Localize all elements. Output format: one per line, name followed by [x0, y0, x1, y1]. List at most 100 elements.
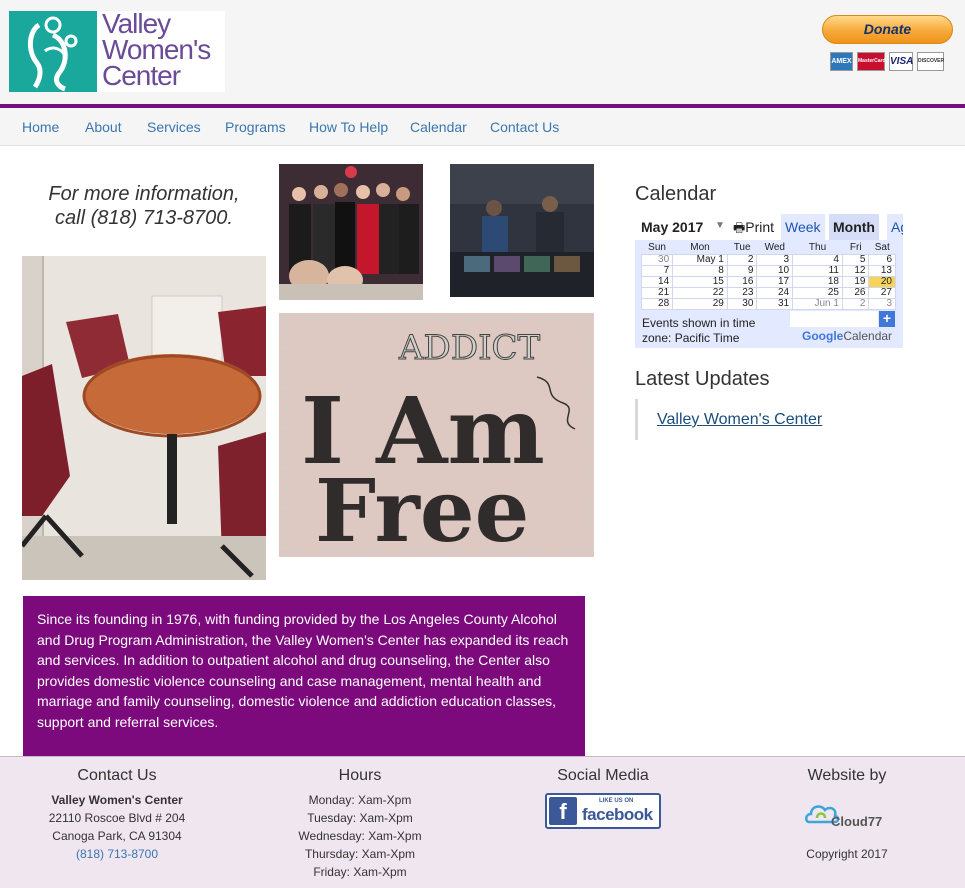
- about-panel: Since its founding in 1976, with funding…: [23, 596, 585, 756]
- calendar-day[interactable]: 13: [868, 265, 896, 277]
- i-am-free-poster-photo: ADDICT I Am Free: [279, 313, 594, 557]
- site-logo[interactable]: Valley Women's Center: [9, 10, 225, 92]
- logo-text: Valley Women's Center: [102, 10, 211, 90]
- calendar-day[interactable]: 26: [841, 287, 870, 299]
- footer-hours-heading: Hours: [338, 767, 382, 784]
- calendar-wordmark: Calendar: [843, 329, 893, 343]
- facebook-like-button[interactable]: f LIKE US ON facebook: [545, 793, 661, 829]
- calendar-day[interactable]: 9: [726, 265, 758, 277]
- timezone-line-2: zone: Pacific Time: [642, 331, 740, 345]
- calendar-day[interactable]: 3: [756, 254, 794, 266]
- group-photo: [279, 164, 423, 300]
- google-calendar-widget: May 2017 ▼ 🖶Print Week Month Ag Sun Mon …: [635, 214, 903, 348]
- footer-social-heading: Social Media: [557, 767, 649, 784]
- nav-home[interactable]: Home: [22, 119, 59, 135]
- calendar-day[interactable]: 10: [756, 265, 794, 277]
- hours-line: Wednesday: Xam-Xpm: [298, 829, 422, 843]
- add-calendar-button[interactable]: +: [879, 311, 895, 327]
- calendar-print-button[interactable]: 🖶Print: [733, 219, 774, 241]
- weekday-label: Tue: [733, 242, 751, 253]
- nav-how-to-help[interactable]: How To Help: [309, 119, 388, 135]
- calendar-day[interactable]: 14: [640, 276, 674, 288]
- svg-text:Free: Free: [315, 461, 529, 557]
- calendar-day[interactable]: May 1: [672, 254, 728, 266]
- cloud77-wordmark: Cloud77: [831, 814, 883, 829]
- calendar-day[interactable]: 18: [792, 276, 843, 288]
- calendar-day[interactable]: 17: [756, 276, 794, 288]
- calendar-day[interactable]: 12: [841, 265, 870, 277]
- calendar-tab-week[interactable]: Week: [781, 214, 825, 240]
- latest-update-link[interactable]: Valley Women's Center: [657, 411, 822, 429]
- calendar-day[interactable]: Jun 1: [792, 298, 843, 310]
- calendar-day[interactable]: 2: [726, 254, 758, 266]
- calendar-day[interactable]: 7: [640, 265, 674, 277]
- site-header: Valley Women's Center Donate AMEX Master…: [0, 0, 965, 104]
- facebook-wordmark: facebook: [582, 805, 653, 824]
- updates-quote-bar: [635, 399, 638, 440]
- calendar-day[interactable]: 2: [841, 298, 870, 310]
- latest-updates-heading: Latest Updates: [635, 368, 770, 390]
- print-label: Print: [745, 219, 775, 235]
- footer-contact-heading: Contact Us: [77, 767, 157, 784]
- chevron-down-icon[interactable]: ▼: [715, 220, 725, 231]
- calendar-grid: Sun Mon Tue Wed Thu Fri Sat 30 May 1 2 3…: [640, 242, 896, 310]
- nav-services[interactable]: Services: [147, 119, 201, 135]
- nav-about[interactable]: About: [85, 119, 122, 135]
- nav-contact-us[interactable]: Contact Us: [490, 119, 559, 135]
- footer-address-1: 22110 Roscoe Blvd # 204: [48, 811, 186, 825]
- logo-mark-icon: [9, 11, 97, 92]
- printer-icon: 🖶: [733, 220, 746, 235]
- visa-card-icon: VISA: [889, 52, 913, 71]
- timezone-line-1: Events shown in time: [642, 316, 756, 330]
- calendar-day[interactable]: 19: [841, 276, 870, 288]
- footer-website-by-heading: Website by: [807, 767, 887, 784]
- google-calendar-logo[interactable]: GoogleCalendar: [802, 329, 892, 343]
- weekday-label: Mon: [690, 242, 710, 253]
- calendar-week-row: 14 15 16 17 18 19 20: [640, 276, 896, 288]
- weekday-label: Thu: [808, 242, 827, 253]
- calendar-day[interactable]: 5: [841, 254, 870, 266]
- weekday-label: Sat: [874, 242, 890, 253]
- calendar-day[interactable]: 3: [868, 298, 896, 310]
- donate-button[interactable]: Donate: [822, 15, 953, 44]
- svg-text:ADDICT: ADDICT: [398, 328, 541, 368]
- calendar-day-today[interactable]: 20: [868, 276, 896, 288]
- calendar-day[interactable]: 28: [640, 298, 674, 310]
- calendar-day[interactable]: 27: [868, 287, 896, 299]
- calendar-day[interactable]: 6: [868, 254, 896, 266]
- calendar-day[interactable]: 30: [640, 254, 674, 266]
- calendar-day[interactable]: 11: [792, 265, 843, 277]
- calendar-day[interactable]: 22: [672, 287, 728, 299]
- contact-callout: For more information, call (818) 713-870…: [22, 182, 266, 230]
- cloud77-logo[interactable]: Cloud77: [803, 800, 893, 834]
- footer-address-2: Canoga Park, CA 91304: [52, 829, 182, 843]
- footer-contact: Contact Us Valley Women's Center 22110 R…: [27, 767, 207, 863]
- calendar-tab-agenda[interactable]: Ag: [887, 214, 903, 240]
- calendar-day[interactable]: 25: [792, 287, 843, 299]
- calendar-tab-month[interactable]: Month: [829, 214, 879, 240]
- calendar-search-box[interactable]: [790, 311, 878, 327]
- footer-social: Social Media: [513, 767, 693, 791]
- footer-copyright: Copyright 2017: [806, 847, 888, 861]
- hours-line: Tuesday: Xam-Xpm: [307, 811, 413, 825]
- calendar-day[interactable]: 15: [672, 276, 728, 288]
- calendar-day[interactable]: 21: [640, 287, 674, 299]
- calendar-day[interactable]: 4: [792, 254, 843, 266]
- calendar-day[interactable]: 30: [726, 298, 758, 310]
- nav-calendar[interactable]: Calendar: [410, 119, 467, 135]
- calendar-week-row: 21 22 23 24 25 26 27: [640, 287, 896, 299]
- calendar-day[interactable]: 8: [672, 265, 728, 277]
- weekday-label: Fri: [849, 242, 862, 253]
- nav-programs[interactable]: Programs: [225, 119, 286, 135]
- main-nav: Home About Services Programs How To Help…: [0, 108, 965, 146]
- footer-phone-link[interactable]: (818) 713-8700: [27, 845, 207, 863]
- calendar-day[interactable]: 24: [756, 287, 794, 299]
- hours-line: Monday: Xam-Xpm: [308, 793, 412, 807]
- calendar-day[interactable]: 23: [726, 287, 758, 299]
- calendar-day[interactable]: 16: [726, 276, 758, 288]
- payment-cards: AMEX MasterCard VISA DISCOVER: [830, 52, 944, 72]
- calendar-day[interactable]: 31: [756, 298, 794, 310]
- weekday-label: Sun: [648, 242, 666, 253]
- callout-line-1: For more information,: [48, 183, 240, 205]
- calendar-day[interactable]: 29: [672, 298, 728, 310]
